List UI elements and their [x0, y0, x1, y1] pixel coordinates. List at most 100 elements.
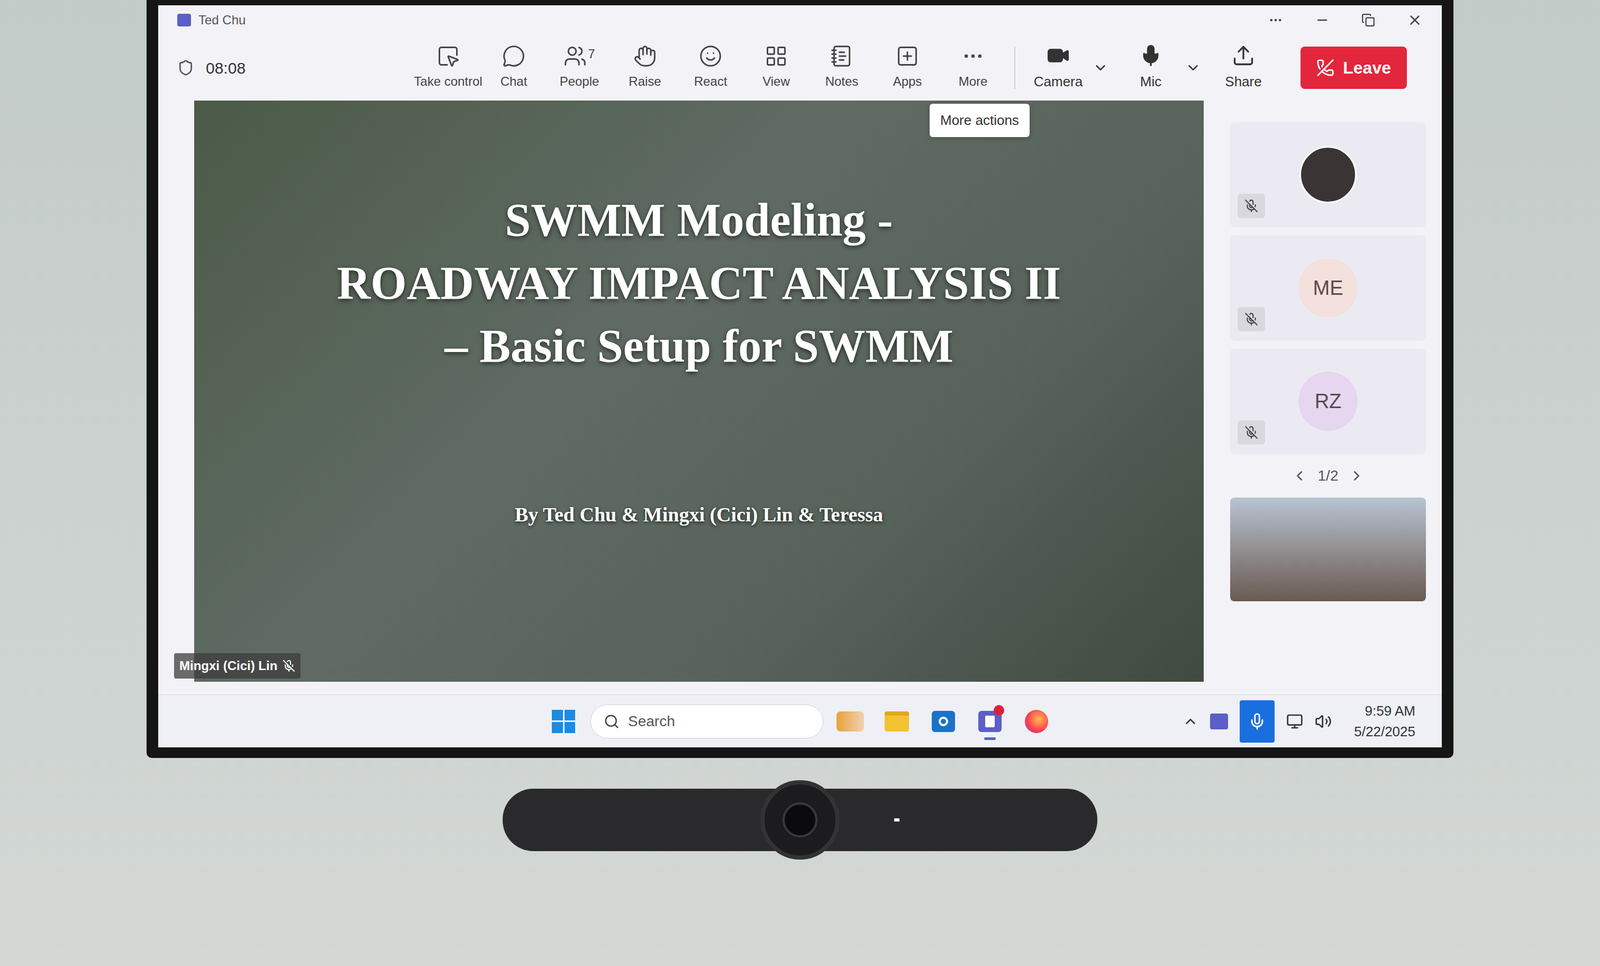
- slide-title-line: SWMM Modeling -: [504, 188, 893, 252]
- toolbar-icon: [563, 44, 587, 68]
- mic-tray[interactable]: [1239, 700, 1275, 743]
- toolbar-icon: [764, 44, 788, 68]
- notification-badge: [993, 704, 1005, 716]
- participant-avatar: ME: [1298, 258, 1358, 318]
- outlook-icon: [931, 710, 956, 732]
- toolbar-label: People: [559, 71, 600, 92]
- taskbar-app[interactable]: [877, 701, 917, 741]
- tv: Ted Chu 08:08 Take control Chat 7 People Raise…: [146, 0, 1454, 758]
- chevron-down-icon[interactable]: [1185, 59, 1202, 76]
- phone-icon: [1316, 58, 1335, 77]
- network-icon[interactable]: [1286, 712, 1304, 730]
- muted-indicator: [1237, 306, 1266, 332]
- camera-icon: [1046, 43, 1070, 68]
- mic-icon: [1139, 43, 1163, 68]
- minimize-icon[interactable]: [1314, 12, 1330, 28]
- search-box[interactable]: Search: [590, 704, 824, 739]
- mic-icon: [1248, 712, 1267, 731]
- participant-photo: [1299, 146, 1357, 204]
- meeting-toolbar: 08:08 Take control Chat 7 People Raise React Vi…: [158, 34, 1442, 101]
- more-icon[interactable]: [1268, 12, 1284, 28]
- chevron-up-icon[interactable]: [1182, 713, 1199, 730]
- teams-logo-icon: [177, 13, 192, 27]
- toolbar-label: More: [958, 71, 988, 92]
- toolbar-button[interactable]: Raise: [612, 44, 678, 92]
- clock[interactable]: 9:59 AM5/22/2025: [1353, 700, 1416, 742]
- wall: Ted Chu 08:08 Take control Chat 7 People Raise…: [0, 0, 1600, 966]
- participant-panel: ME RZ 1/2: [1230, 100, 1442, 695]
- toolbar-icon: [436, 44, 460, 68]
- restore-icon[interactable]: [1361, 13, 1376, 27]
- toolbar-label: React: [694, 71, 728, 92]
- slide-byline: By Ted Chu & Mingxi (Cici) Lin & Teressa: [514, 499, 884, 530]
- active-indicator: [984, 737, 996, 740]
- toolbar-icon: [961, 44, 985, 68]
- chevron-right-icon[interactable]: [1348, 467, 1365, 484]
- toolbar-button[interactable]: MoreMore actions: [940, 44, 1006, 92]
- camera-lens-icon: [760, 779, 840, 860]
- toolbar-label: Apps: [893, 71, 923, 92]
- taskbar-app[interactable]: [923, 701, 963, 741]
- toolbar-button[interactable]: Chat: [480, 44, 547, 92]
- participant-tile[interactable]: RZ: [1230, 348, 1426, 454]
- toolbar-label: View: [762, 71, 790, 92]
- toolbar-icon: [698, 44, 723, 68]
- device-label: Mic: [1140, 71, 1162, 93]
- toolbar-divider: [1014, 46, 1016, 89]
- device-button[interactable]: Camera: [1023, 43, 1093, 93]
- self-video: [1230, 497, 1426, 602]
- taskbar-app[interactable]: [970, 701, 1010, 741]
- mic-off-icon: [1244, 198, 1259, 213]
- taskbar-app[interactable]: [1016, 701, 1057, 741]
- title-bar: Ted Chu: [158, 5, 1442, 35]
- leave-button[interactable]: Leave: [1300, 46, 1407, 89]
- toolbar-label: Take control: [413, 71, 483, 92]
- volume-icon[interactable]: [1314, 712, 1332, 730]
- toolbar-label: Raise: [628, 71, 661, 92]
- muted-indicator: [1237, 420, 1266, 445]
- share-icon: [1231, 43, 1256, 68]
- windows-icon: [551, 709, 576, 733]
- pager: 1/2: [1230, 461, 1426, 490]
- device-button[interactable]: Mic: [1116, 43, 1186, 93]
- toolbar-button[interactable]: View: [743, 44, 809, 92]
- toolbar-label: Notes: [825, 71, 859, 92]
- teams-tray-icon[interactable]: [1210, 713, 1229, 730]
- taskbar: Search 9:59 AM5/22/2025: [158, 694, 1442, 748]
- camera-bar: [502, 788, 1098, 851]
- mic-off-icon: [282, 659, 296, 672]
- folder-icon: [884, 711, 909, 732]
- mic-off-icon: [1244, 425, 1259, 440]
- toolbar-label: Chat: [500, 71, 528, 92]
- tooltip: More actions: [929, 103, 1030, 138]
- taskbar-app[interactable]: [830, 701, 870, 741]
- toolbar-button[interactable]: Take control: [415, 44, 481, 92]
- share-button[interactable]: Share: [1208, 43, 1278, 93]
- toolbar-icon: [830, 44, 854, 68]
- mic-off-icon: [1244, 312, 1259, 326]
- status-light: [894, 817, 900, 822]
- chevron-down-icon[interactable]: [1092, 59, 1109, 76]
- meeting-stage: SWMM Modeling -ROADWAY IMPACT ANALYSIS I…: [158, 100, 1442, 695]
- chevron-left-icon[interactable]: [1291, 467, 1308, 484]
- start-button[interactable]: [543, 701, 584, 741]
- meeting-timer: 08:08: [205, 56, 246, 80]
- toolbar-icon: [895, 44, 920, 68]
- toolbar-button[interactable]: React: [677, 44, 744, 92]
- muted-indicator: [1237, 193, 1266, 218]
- close-icon[interactable]: [1406, 12, 1423, 29]
- toolbar-button[interactable]: Notes: [808, 44, 875, 92]
- toolbar-icon: [502, 44, 526, 68]
- device-label: Camera: [1033, 71, 1083, 93]
- screen: Ted Chu 08:08 Take control Chat 7 People Raise…: [158, 5, 1442, 748]
- widgets-icon: [836, 711, 865, 732]
- participant-tile[interactable]: [1230, 121, 1426, 228]
- toolbar-button[interactable]: 7 People: [546, 44, 613, 92]
- presenter-tag: Mingxi (Cici) Lin: [174, 652, 301, 679]
- toolbar-icon: [633, 44, 657, 68]
- window-title: Ted Chu: [198, 10, 246, 30]
- toolbar-button[interactable]: Apps: [874, 44, 941, 92]
- toolbar-badge: 7: [587, 44, 595, 64]
- participant-tile[interactable]: ME: [1230, 234, 1426, 341]
- firefox-icon: [1024, 709, 1049, 733]
